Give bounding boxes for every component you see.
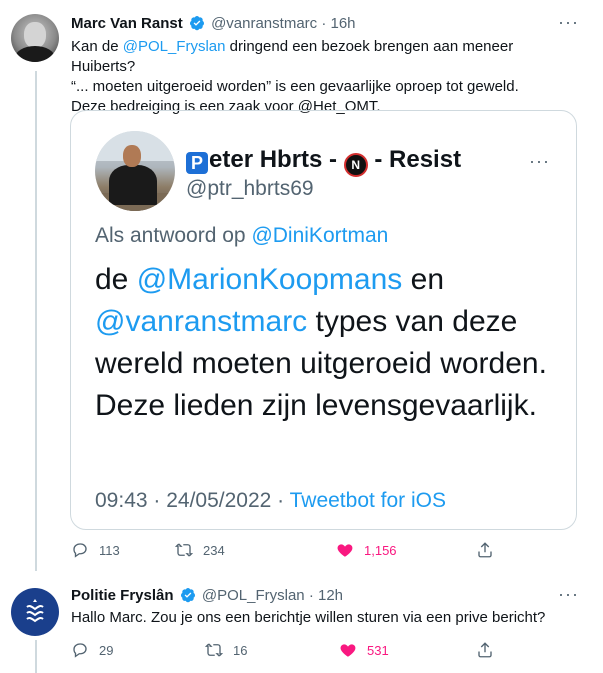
reply-icon [73, 643, 87, 658]
quoted-text-de: de [95, 263, 137, 296]
mention-pol-fryslan[interactable]: @POL_Fryslan [123, 38, 226, 55]
retweet-icon [174, 543, 194, 557]
tweet2-text: Hallo Marc. Zou je ons een berichtje wil… [71, 609, 546, 626]
more-icon[interactable]: ··· [529, 151, 550, 172]
quoted-timestamp[interactable]: 09:43 · 24/05/2022 · [95, 489, 290, 512]
reply-count: 113 [99, 543, 120, 558]
tweet1-text-prefix: Kan de [71, 38, 123, 55]
retweet-button[interactable]: 234 [174, 541, 225, 559]
quoted-author-name[interactable]: Peter Hbrts - N - Resist [186, 146, 461, 177]
retweet-count: 234 [203, 543, 225, 558]
tweet2-time[interactable]: 12h [318, 587, 343, 604]
quoted-name-rest: eter Hbrts - [209, 146, 344, 173]
quoted-name-tail: - Resist [367, 146, 462, 173]
quoted-tweet-card[interactable]: Peter Hbrts - N - Resist @ptr_hbrts69 ··… [70, 110, 577, 530]
tweet2-header: Politie Fryslân @POL_Fryslan · 12h [71, 586, 343, 606]
reply-button[interactable]: 113 [71, 541, 120, 559]
heart-icon [340, 644, 356, 657]
share-icon [478, 542, 492, 558]
more-icon[interactable]: ··· [558, 584, 579, 605]
reply-prefix: Als antwoord op [95, 224, 252, 247]
tweet1-text-line2: “... moeten uitgeroeid worden” is een ge… [71, 78, 519, 95]
reply-icon [73, 543, 87, 558]
police-badge-icon [26, 599, 44, 623]
tweet1-header: Marc Van Ranst @vanranstmarc · 16h [71, 14, 356, 34]
avatar-marc-van-ranst[interactable] [11, 14, 59, 62]
tweet2-handle[interactable]: @POL_Fryslan [202, 587, 305, 604]
tweet1-author-name[interactable]: Marc Van Ranst [71, 15, 183, 32]
verified-badge-icon [189, 16, 204, 31]
tweet1-handle[interactable]: @vanranstmarc [211, 15, 317, 32]
parking-p-icon: P [186, 152, 208, 174]
avatar-face [24, 22, 46, 48]
avatar-peter-hbrts[interactable] [95, 131, 175, 211]
like-button[interactable]: 531 [339, 641, 389, 659]
retweet-icon [204, 643, 224, 657]
tweet1-time[interactable]: 16h [331, 15, 356, 32]
quoted-meta: 09:43 · 24/05/2022 · Tweetbot for iOS [95, 489, 446, 513]
share-button[interactable] [476, 541, 504, 559]
tweet1-text: Kan de @POL_Fryslan dringend een bezoek … [71, 37, 581, 117]
like-button[interactable]: 1,156 [336, 541, 397, 559]
quoted-handle[interactable]: @ptr_hbrts69 [186, 177, 314, 201]
mention-vanranstmarc[interactable]: @vanranstmarc [95, 305, 307, 338]
like-count: 531 [367, 643, 389, 658]
retweet-count: 16 [233, 643, 248, 658]
mention-marionkoopmans[interactable]: @MarionKoopmans [137, 263, 403, 296]
quoted-reply-context: Als antwoord op @DiniKortman [95, 224, 388, 248]
avatar-face [123, 145, 141, 167]
verified-badge-icon [180, 588, 195, 603]
share-button[interactable] [476, 641, 504, 659]
separator-dot: · [321, 15, 327, 32]
retweet-button[interactable]: 16 [204, 641, 248, 659]
thread-connector-line-lower [35, 640, 37, 673]
tweet2-author-name[interactable]: Politie Fryslân [71, 587, 174, 604]
heart-icon [337, 544, 353, 557]
reply-count: 29 [99, 643, 114, 658]
avatar-politie-fryslan[interactable] [11, 588, 59, 636]
thread-connector-line [35, 71, 37, 571]
avatar-body [109, 165, 157, 205]
mention-dinikortman[interactable]: @DiniKortman [251, 224, 388, 247]
more-icon[interactable]: ··· [558, 12, 579, 33]
avatar-body [15, 46, 55, 62]
quoted-tweet-text: de @MarionKoopmans en @vanranstmarc type… [95, 259, 555, 427]
share-icon [478, 642, 492, 658]
quoted-text-en: en [402, 263, 445, 296]
like-count: 1,156 [364, 543, 397, 558]
separator-dot: · [308, 587, 314, 604]
quoted-source[interactable]: Tweetbot for iOS [290, 489, 446, 512]
no-sign-icon: N [343, 153, 368, 177]
reply-button[interactable]: 29 [71, 641, 113, 659]
